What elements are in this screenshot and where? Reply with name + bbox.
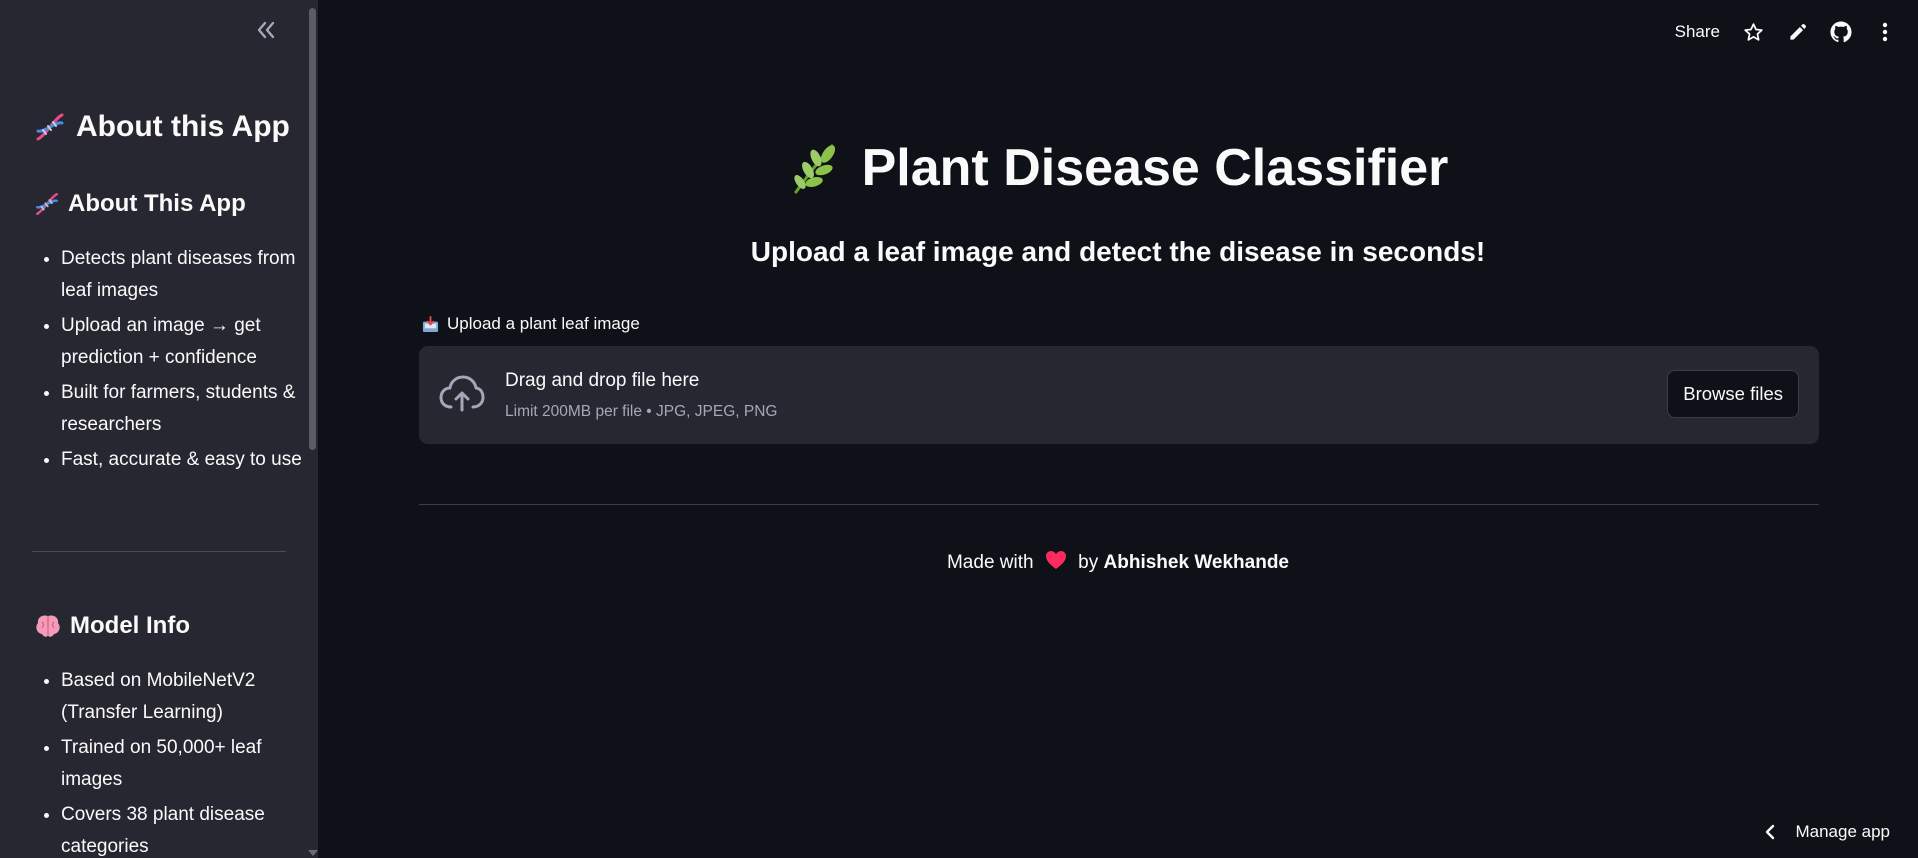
dropzone-instruction: Drag and drop file here [505, 370, 700, 391]
manage-app-label: Manage app [1795, 822, 1890, 841]
sidebar-divider [32, 551, 286, 552]
github-button[interactable] [1830, 21, 1852, 43]
about-heading-text: About This App [68, 190, 246, 217]
main-menu-button[interactable] [1874, 21, 1896, 43]
sidebar-title: About this App [34, 110, 290, 144]
list-item: Covers 38 plant disease categories [61, 799, 311, 858]
star-button[interactable] [1742, 21, 1764, 43]
page-subtitle: Upload a leaf image and detect the disea… [750, 236, 1486, 267]
uploader-label-text: Upload a plant leaf image [447, 314, 640, 333]
main-divider [419, 504, 1819, 505]
share-button[interactable]: Share [1675, 22, 1720, 42]
about-heading: About This App [34, 190, 246, 218]
chevron-left-icon [1766, 824, 1775, 840]
dna-icon [36, 193, 58, 215]
leaf-icon [793, 144, 835, 194]
list-item: Fast, accurate & easy to use [61, 444, 311, 476]
browse-files-button[interactable]: Browse files [1667, 370, 1799, 418]
footer-prefix: Made with [946, 552, 1034, 573]
list-item: Based on MobileNetV2 (Transfer Learning) [61, 665, 311, 728]
heart-icon [1045, 551, 1066, 569]
file-dropzone[interactable]: Drag and drop file here Limit 200MB per … [419, 346, 1819, 444]
footer-author: Abhishek Wekhande [1103, 552, 1289, 573]
sidebar-title-text: About this App [76, 110, 290, 143]
footer-by: by [1078, 552, 1099, 573]
page-title-text: Plant Disease Classifier [861, 139, 1449, 197]
list-item: Built for farmers, students & researcher… [61, 377, 311, 440]
star-icon [1743, 22, 1763, 41]
list-item: Detects plant diseases from leaf images [61, 243, 311, 306]
uploader-label: Upload a plant leaf image [422, 314, 640, 334]
brain-icon [36, 615, 60, 637]
collapse-sidebar-button[interactable] [252, 16, 280, 44]
model-info-heading: Model Info [34, 612, 190, 640]
model-info-list: Based on MobileNetV2 (Transfer Learning)… [34, 665, 311, 858]
manage-app-button[interactable]: Manage app [1765, 822, 1890, 842]
github-icon [1830, 21, 1852, 43]
dropzone-limit-text: Limit 200MB per file • JPG, JPEG, PNG [505, 403, 778, 420]
scroll-down-arrow[interactable] [308, 850, 318, 856]
sidebar-scrollbar-thumb[interactable] [309, 8, 316, 450]
inbox-icon [422, 315, 439, 332]
dna-icon [36, 113, 64, 141]
more-vertical-icon [1882, 22, 1888, 42]
about-list: Detects plant diseases from leaf images … [34, 243, 311, 480]
page-title: Plant Disease Classifier [318, 138, 1918, 198]
edit-button[interactable] [1786, 21, 1808, 43]
list-item: Trained on 50,000+ leaf images [61, 732, 311, 795]
top-toolbar: Share [1675, 18, 1896, 46]
sidebar: About this App About This App Detects pl… [0, 0, 318, 858]
list-item: Upload an image → get prediction + confi… [61, 310, 311, 373]
cloud-upload-icon [439, 375, 485, 412]
pencil-icon [1789, 23, 1806, 40]
double-chevron-left-icon [257, 21, 275, 39]
footer: Made with by Abhishek Wekhande [318, 550, 1918, 574]
model-info-heading-text: Model Info [70, 612, 190, 639]
